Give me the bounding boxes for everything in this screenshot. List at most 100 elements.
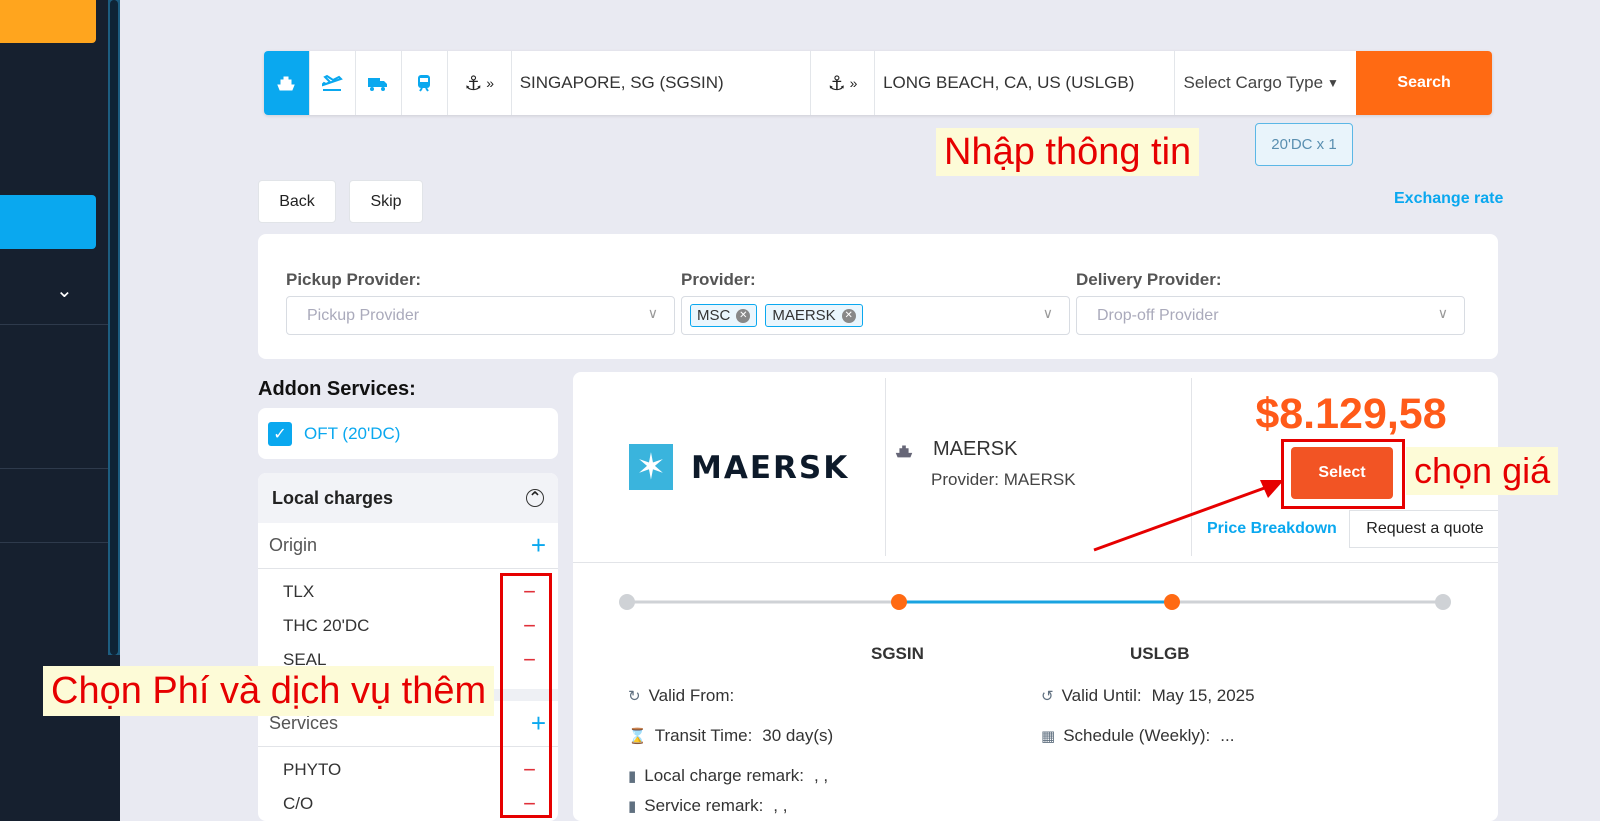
pickup-provider-select[interactable]: Pickup Provider ∨ (286, 296, 675, 335)
annotation-choose-price: chọn giá (1406, 447, 1559, 495)
port-of-loading: SGSIN (871, 644, 924, 663)
destination-value[interactable]: LONG BEACH, CA, US (USLGB) (875, 73, 1134, 93)
exchange-rate-link[interactable]: Exchange rate (1394, 190, 1503, 208)
provider-label: Provider: (681, 270, 756, 289)
service-label: C/O (283, 794, 314, 813)
delivery-provider-select[interactable]: Drop-off Provider ∨ (1076, 296, 1465, 335)
bookmark-icon: ▮ (628, 768, 637, 785)
provider-group: Provider: MSC ✕ MAERSK ✕ ∨ (681, 270, 1070, 335)
origin-label: Origin (269, 535, 318, 555)
provider-tag-label: MSC (697, 307, 731, 324)
annotation-choose-fees: Chọn Phí và dịch vụ thêm (43, 666, 495, 716)
cargo-type-select[interactable]: Select Cargo Type ▼ (1175, 51, 1357, 115)
divider (885, 378, 886, 556)
sidebar-top-button[interactable] (0, 0, 96, 43)
service-label: PHYTO (283, 760, 342, 779)
chevron-down-icon: ▼ (1327, 76, 1339, 90)
valid-from: ↻ Valid From: (628, 686, 740, 706)
calendar-icon: ▦ (1041, 728, 1056, 745)
addon-service-label: OFT (20'DC) (304, 423, 401, 443)
provider-tag-msc[interactable]: MSC ✕ (690, 304, 758, 327)
pickup-provider-label: Pickup Provider: (286, 270, 422, 289)
charge-label: TLX (283, 582, 315, 601)
local-charges-header[interactable]: Local charges ⌃ (258, 473, 558, 523)
annotation-highlight-select (1281, 439, 1405, 509)
route-timeline (619, 594, 1451, 610)
valid-from-label: Valid From: (648, 686, 735, 705)
ship-mode-icon[interactable] (264, 51, 310, 115)
service-remark: ▮ Service remark: , , (628, 796, 787, 816)
divider (573, 562, 1498, 563)
collapse-icon[interactable]: ⌃ (526, 489, 544, 507)
back-button[interactable]: Back (258, 180, 336, 223)
redo-icon: ↻ (628, 688, 641, 705)
valid-until: ↺ Valid Until: May 15, 2025 (1041, 686, 1255, 706)
chevron-down-icon: ∨ (1042, 305, 1053, 321)
service-remark-value: , , (773, 796, 788, 815)
carrier-logo-text: MAERSK (691, 450, 850, 486)
remove-tag-icon[interactable]: ✕ (736, 308, 751, 323)
addon-service-item[interactable]: ✓ OFT (20'DC) (258, 408, 558, 459)
truck-mode-icon[interactable] (356, 51, 402, 115)
scrollbar-thumb[interactable] (110, 0, 118, 655)
origin-value[interactable]: SINGAPORE, SG (SGSIN) (512, 73, 724, 93)
charge-label: THC 20'DC (283, 616, 370, 635)
local-remark-label: Local charge remark: (644, 766, 804, 785)
remove-tag-icon[interactable]: ✕ (841, 308, 856, 323)
port-of-discharge: USLGB (1130, 644, 1190, 663)
destination-port-field[interactable]: ⚓» LONG BEACH, CA, US (USLGB) (811, 51, 1175, 115)
anchor-icon: ⚓» (811, 51, 876, 115)
undo-icon: ↺ (1041, 688, 1054, 705)
sidebar-divider (0, 324, 108, 325)
service-remark-label: Service remark: (644, 796, 764, 815)
origin-section-header: Origin + (258, 523, 558, 569)
annotation-highlight-fees (500, 573, 552, 818)
delivery-provider-label: Delivery Provider: (1076, 270, 1222, 289)
transit-time-label: Transit Time: (654, 726, 753, 745)
ship-icon (893, 440, 915, 467)
anchor-icon: ⚓» (448, 51, 512, 115)
hourglass-icon: ⌛ (628, 728, 647, 745)
provider-name: Provider: MAERSK (931, 470, 1076, 489)
provider-filter-card: Pickup Provider: Pickup Provider ∨ Provi… (258, 234, 1498, 359)
delivery-provider-placeholder: Drop-off Provider (1097, 306, 1219, 324)
local-charge-remark: ▮ Local charge remark: , , (628, 766, 828, 786)
chevron-down-icon: ∨ (1437, 305, 1448, 321)
origin-port-field[interactable]: ⚓» SINGAPORE, SG (SGSIN) (448, 51, 812, 115)
request-quote-button[interactable]: Request a quote (1349, 510, 1498, 548)
sidebar-divider (0, 542, 108, 543)
services-label: Services (269, 713, 339, 733)
cargo-type-label: Select Cargo Type (1183, 73, 1324, 92)
schedule-value: ... (1220, 726, 1235, 745)
delivery-provider-group: Delivery Provider: Drop-off Provider ∨ (1076, 270, 1465, 335)
local-charges-title: Local charges (272, 487, 394, 508)
bookmark-icon: ▮ (628, 798, 637, 815)
search-bar: ⚓» SINGAPORE, SG (SGSIN) ⚓» LONG BEACH, … (264, 51, 1492, 115)
rail-mode-icon[interactable] (402, 51, 448, 115)
maersk-star-logo: ✶ (629, 444, 673, 490)
valid-until-label: Valid Until: (1061, 686, 1142, 705)
sidebar-divider (0, 468, 108, 469)
provider-select[interactable]: MSC ✕ MAERSK ✕ ∨ (681, 296, 1070, 335)
checkbox-checked-icon[interactable]: ✓ (268, 421, 292, 446)
addon-services-title: Addon Services: (258, 378, 416, 400)
local-remark-value: , , (813, 766, 829, 785)
carrier-name: MAERSK (933, 438, 1018, 460)
sidebar-active-item[interactable] (0, 195, 96, 249)
cargo-chip[interactable]: 20'DC x 1 (1255, 123, 1353, 166)
chevron-down-icon: ∨ (647, 305, 658, 321)
air-mode-icon[interactable] (310, 51, 356, 115)
price-total: $8.129,58 (1255, 390, 1447, 438)
chevron-down-icon[interactable]: ⌄ (56, 278, 73, 303)
annotation-input-info: Nhập thông tin (936, 128, 1200, 176)
add-origin-charge-icon[interactable]: + (531, 530, 546, 561)
annotation-arrow (1093, 480, 1284, 552)
pickup-provider-group: Pickup Provider: Pickup Provider ∨ (286, 270, 675, 335)
provider-tag-label: MAERSK (772, 307, 836, 324)
skip-button[interactable]: Skip (349, 180, 423, 223)
transit-time-value: 30 day(s) (762, 726, 834, 745)
pickup-provider-placeholder: Pickup Provider (307, 306, 420, 324)
provider-tag-maersk[interactable]: MAERSK ✕ (765, 304, 863, 327)
valid-until-value: May 15, 2025 (1151, 686, 1255, 705)
search-button[interactable]: Search (1356, 51, 1492, 115)
